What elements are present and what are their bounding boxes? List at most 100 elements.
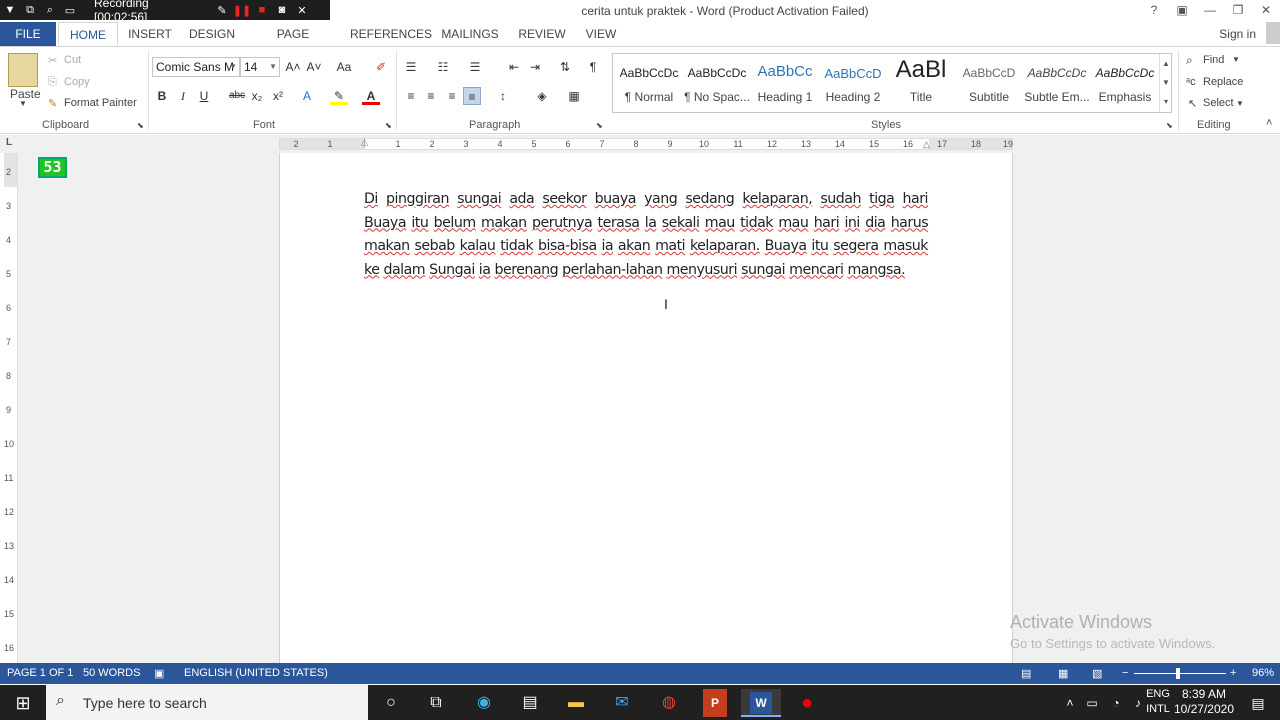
restore-button[interactable]: ❐ — [1224, 0, 1252, 22]
zoom-in-icon[interactable]: + — [1230, 667, 1236, 679]
web-layout-icon[interactable]: ▧ — [1092, 667, 1102, 680]
zoom-icon[interactable]: ⌕ — [40, 4, 60, 17]
font-size-combo[interactable]: 14 ▼ — [240, 57, 280, 77]
document-word[interactable]: mau — [778, 215, 809, 231]
stop-icon[interactable]: ■ — [252, 4, 272, 16]
powerpoint-icon[interactable]: P — [703, 689, 727, 717]
superscript-button[interactable]: x² — [269, 87, 287, 105]
document-word[interactable]: sungai — [457, 191, 502, 207]
document-word[interactable]: belum — [434, 215, 477, 231]
document-word[interactable]: menyusuri — [666, 262, 737, 278]
document-word[interactable]: tidak — [500, 238, 533, 254]
shading-icon[interactable]: ◈ — [533, 87, 551, 105]
document-word[interactable]: Di — [364, 191, 378, 207]
document-word[interactable]: sungai — [741, 262, 786, 278]
format-painter-button[interactable]: Format Painter — [64, 97, 137, 109]
windows-start-icon[interactable]: ⊞ — [3, 689, 43, 717]
document-word[interactable]: pinggiran — [386, 191, 449, 207]
style-heading-2[interactable]: AaBbCcD Heading 2 — [819, 54, 887, 112]
grow-font-icon[interactable]: A˄ — [284, 58, 302, 76]
select-button[interactable]: Select — [1203, 97, 1234, 109]
borders-icon[interactable]: ▦ — [565, 87, 583, 105]
document-word[interactable]: ia — [479, 262, 491, 278]
line-spacing-icon[interactable]: ↕ — [494, 87, 512, 105]
font-launcher-icon[interactable]: ⬊ — [385, 121, 392, 130]
multilevel-list-icon[interactable]: ☰ — [466, 58, 484, 76]
zoom-slider[interactable] — [1134, 673, 1226, 674]
increase-indent-icon[interactable]: ⇥ — [526, 58, 544, 76]
document-word[interactable]: makan — [364, 238, 410, 254]
file-explorer-icon[interactable]: ▬ — [556, 689, 596, 717]
document-word[interactable]: sedang — [685, 191, 734, 207]
bullets-icon[interactable]: ☰ — [402, 58, 420, 76]
task-view-icon[interactable]: ⧉ — [416, 689, 456, 717]
help-icon[interactable]: ? — [1140, 0, 1168, 22]
document-word[interactable]: sekali — [662, 215, 700, 231]
document-word[interactable]: mangsa. — [847, 262, 905, 278]
document-word[interactable]: sudah — [820, 191, 861, 207]
cut-button[interactable]: Cut — [64, 54, 81, 66]
clear-formatting-icon[interactable]: ✐ — [372, 58, 390, 76]
close-button[interactable]: ✕ — [1252, 0, 1280, 22]
page-count[interactable]: PAGE 1 OF 1 — [7, 667, 73, 679]
document-word[interactable]: kalau — [460, 238, 496, 254]
document-word[interactable]: buaya — [595, 191, 637, 207]
style-normal[interactable]: AaBbCcDc ¶ Normal — [615, 54, 683, 112]
clock[interactable]: 8:39 AM 10/27/2020 — [1174, 687, 1234, 717]
document-word[interactable]: yang — [644, 191, 678, 207]
document-word[interactable]: masuk — [883, 238, 928, 254]
document-word[interactable]: dalam — [383, 262, 425, 278]
edge-icon[interactable]: ◉ — [464, 689, 504, 717]
tab-review[interactable]: REVIEW — [518, 22, 566, 46]
align-left-icon[interactable]: ≡ — [402, 87, 420, 105]
paste-dropdown-icon[interactable]: ▼ — [19, 99, 27, 108]
document-word[interactable]: terasa — [598, 215, 640, 231]
highlight-icon[interactable]: ✎ — [330, 87, 348, 105]
right-indent-marker-icon[interactable]: △ — [923, 139, 930, 150]
font-name-combo[interactable]: Comic Sans M ▼ — [152, 57, 240, 77]
document-word[interactable]: bisa-bisa — [538, 238, 597, 254]
tab-insert[interactable]: INSERT — [128, 22, 172, 46]
tab-home[interactable]: HOME — [58, 22, 118, 46]
document-word[interactable]: ini — [844, 215, 860, 231]
tab-design[interactable]: DESIGN — [188, 22, 236, 46]
read-mode-icon[interactable]: ▤ — [1021, 667, 1031, 680]
subscript-button[interactable]: x₂ — [248, 87, 266, 105]
change-case-icon[interactable]: Aa — [333, 58, 355, 76]
pause-icon[interactable]: ❚❚ — [232, 4, 252, 17]
document-word[interactable]: harus — [891, 215, 929, 231]
justify-icon[interactable]: ≡ — [463, 87, 481, 105]
document-word[interactable]: mau — [705, 215, 736, 231]
camera-icon[interactable]: ◙ — [272, 4, 292, 16]
document-word[interactable]: akan — [618, 238, 651, 254]
numbering-icon[interactable]: ☷ — [434, 58, 452, 76]
italic-button[interactable]: I — [174, 87, 192, 105]
store-icon[interactable]: ▤ — [510, 689, 550, 717]
document-word[interactable]: kelaparan, — [742, 191, 812, 207]
pen-icon[interactable]: ✎ — [212, 4, 232, 17]
strikethrough-button[interactable]: abc — [227, 87, 247, 105]
document-word[interactable]: itu — [811, 238, 829, 254]
text-effects-icon[interactable]: A — [298, 87, 316, 105]
document-word[interactable]: segera — [833, 238, 879, 254]
document-word[interactable]: makan — [481, 215, 527, 231]
sign-in-link[interactable]: Sign in — [1219, 27, 1256, 41]
document-word[interactable]: Buaya — [765, 238, 808, 254]
document-word[interactable]: perutnya — [532, 215, 593, 231]
styles-scroll[interactable]: ▲ ▼ ▾ — [1159, 54, 1172, 112]
ribbon-display-icon[interactable]: ▣ — [1168, 0, 1196, 22]
styles-launcher-icon[interactable]: ⬊ — [1166, 121, 1173, 130]
find-button[interactable]: Find — [1203, 54, 1224, 66]
document-word[interactable]: perlahan-lahan — [562, 262, 663, 278]
tab-mailings[interactable]: MAILINGS — [440, 22, 500, 46]
style-title[interactable]: AaBl Title — [887, 54, 955, 112]
document-word[interactable]: itu — [411, 215, 429, 231]
word-count[interactable]: 50 WORDS — [83, 667, 140, 679]
underline-button[interactable]: U — [195, 87, 213, 105]
cortana-icon[interactable]: ○ — [371, 689, 411, 717]
zoom-level[interactable]: 96% — [1252, 667, 1274, 679]
menu-down-icon[interactable]: ▼ — [0, 4, 20, 16]
document-word[interactable]: hari — [814, 215, 840, 231]
chrome-icon[interactable]: ◍ — [649, 689, 689, 717]
font-color-icon[interactable]: A — [362, 87, 380, 105]
